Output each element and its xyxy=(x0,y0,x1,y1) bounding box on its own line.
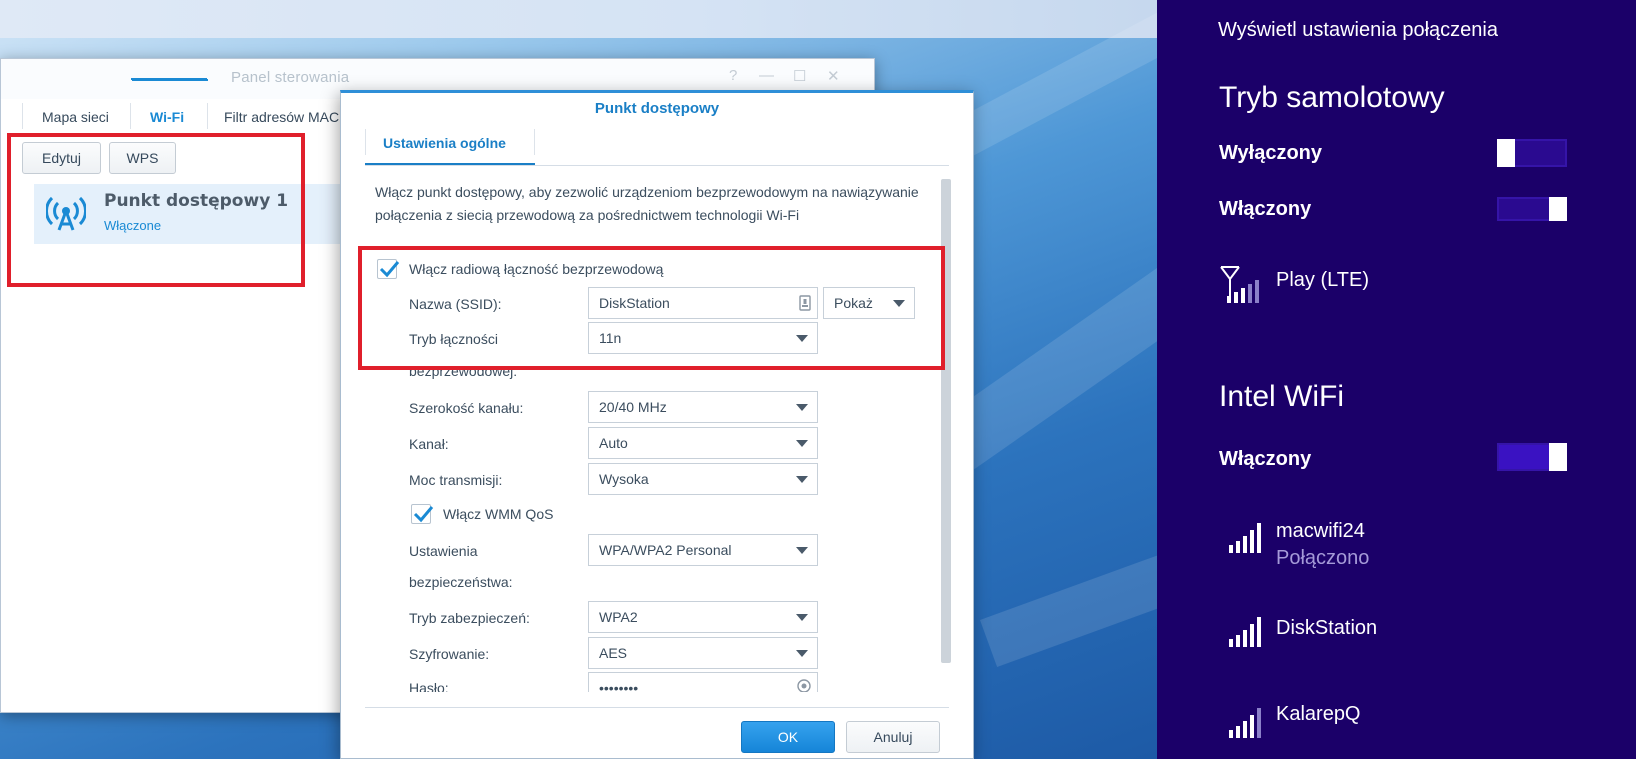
channel-label: Kanał: xyxy=(409,436,449,452)
maximize-icon[interactable]: ☐ xyxy=(793,67,806,85)
intel-wifi-heading: Intel WiFi xyxy=(1219,380,1345,413)
security-mode-label: Tryb zabezpieczeń: xyxy=(409,610,530,626)
tab-mac-filter[interactable]: Filtr adresów MAC xyxy=(224,109,339,125)
password-input[interactable]: •••••••• xyxy=(588,672,818,692)
security-label: Ustawienia xyxy=(409,543,478,559)
network-name-kalarepq[interactable]: KalarepQ xyxy=(1276,703,1361,726)
wifi-state-label: Włączony xyxy=(1219,448,1312,470)
window-title: Panel sterowania xyxy=(231,69,350,86)
security-mode-select[interactable]: WPA2 xyxy=(588,601,818,633)
minimize-icon[interactable]: — xyxy=(759,67,774,84)
tx-power-label: Moc transmisji: xyxy=(409,472,503,488)
access-point-dialog: Punkt dostępowy Ustawienia ogólne Włącz … xyxy=(340,90,974,759)
network-name-macwifi24[interactable]: macwifi24 xyxy=(1276,520,1365,543)
encryption-value: AES xyxy=(599,645,628,661)
airplane-on-label: Włączony xyxy=(1219,198,1312,220)
background-window-strip xyxy=(0,0,1157,38)
channel-width-select[interactable]: 20/40 MHz xyxy=(588,391,818,423)
tab-separator xyxy=(22,103,23,129)
checkmark-icon xyxy=(413,506,434,523)
network-charm-panel: Wyświetl ustawienia połączenia Tryb samo… xyxy=(1157,0,1636,759)
background-ray xyxy=(980,531,1157,667)
wifi-toggle[interactable] xyxy=(1497,443,1567,471)
chevron-down-icon xyxy=(796,476,808,483)
channel-select[interactable]: Auto xyxy=(588,427,818,459)
tab-separator xyxy=(534,129,535,155)
security-select[interactable]: WPA/WPA2 Personal xyxy=(588,534,818,566)
airplane-off-toggle[interactable] xyxy=(1497,139,1567,167)
wifi-signal-icon xyxy=(1229,617,1261,647)
password-row-clip: Hasło: •••••••• xyxy=(341,668,941,692)
wifi-signal-icon xyxy=(1229,708,1261,738)
network-name-diskstation[interactable]: DiskStation xyxy=(1276,617,1377,640)
security-label-cont: bezpieczeństwa: xyxy=(409,574,513,590)
chevron-down-icon xyxy=(796,547,808,554)
wmm-qos-checkbox[interactable] xyxy=(411,504,434,524)
channel-width-label: Szerokość kanału: xyxy=(409,400,524,416)
tab-divider xyxy=(365,165,949,166)
wifi-signal-icon xyxy=(1229,523,1261,553)
tab-separator xyxy=(207,103,208,129)
encryption-select[interactable]: AES xyxy=(588,637,818,669)
highlight-box-access-point xyxy=(7,133,305,287)
chevron-down-icon xyxy=(796,440,808,447)
tab-general-settings[interactable]: Ustawienia ogólne xyxy=(383,135,506,151)
airplane-off-label: Wyłączony xyxy=(1219,142,1322,164)
security-mode-value: WPA2 xyxy=(599,609,638,625)
tab-separator xyxy=(130,103,131,129)
encryption-label: Szyfrowanie: xyxy=(409,646,490,662)
channel-value: Auto xyxy=(599,435,628,451)
chevron-down-icon xyxy=(796,404,808,411)
wmm-qos-label: Włącz WMM QoS xyxy=(443,506,554,522)
cancel-button[interactable]: Anuluj xyxy=(846,721,940,753)
tab-network-map[interactable]: Mapa sieci xyxy=(42,109,109,125)
highlight-box-radio-settings xyxy=(358,246,945,370)
airplane-mode-heading: Tryb samolotowy xyxy=(1219,81,1445,114)
toggle-knob xyxy=(1497,139,1515,167)
airplane-on-toggle[interactable] xyxy=(1497,197,1567,221)
dialog-description: Włącz punkt dostępowy, aby zezwolić urzą… xyxy=(375,184,919,223)
password-value: •••••••• xyxy=(599,680,639,692)
chevron-down-icon xyxy=(796,650,808,657)
ok-button[interactable]: OK xyxy=(741,721,835,753)
tx-power-value: Wysoka xyxy=(599,471,649,487)
dialog-title: Punkt dostępowy xyxy=(594,100,720,117)
tab-separator xyxy=(365,129,366,155)
tx-power-select[interactable]: Wysoka xyxy=(588,463,818,495)
eye-icon[interactable] xyxy=(797,679,811,692)
chevron-down-icon xyxy=(796,614,808,621)
connection-settings-link[interactable]: Wyświetl ustawienia połączenia xyxy=(1218,19,1498,42)
footer-divider xyxy=(365,707,949,708)
password-label: Hasło: xyxy=(409,680,449,692)
security-value: WPA/WPA2 Personal xyxy=(599,542,732,558)
cellular-signal-icon xyxy=(1220,266,1259,303)
help-icon[interactable]: ? xyxy=(729,67,737,84)
mobile-network-name[interactable]: Play (LTE) xyxy=(1276,269,1369,292)
close-icon[interactable]: ✕ xyxy=(827,67,840,85)
channel-width-value: 20/40 MHz xyxy=(599,399,667,415)
toggle-knob xyxy=(1549,443,1567,471)
network-status-connected: Połączono xyxy=(1276,547,1370,569)
tab-wifi[interactable]: Wi-Fi xyxy=(150,109,184,125)
toggle-knob xyxy=(1549,197,1567,221)
active-tab-indicator xyxy=(131,78,207,80)
